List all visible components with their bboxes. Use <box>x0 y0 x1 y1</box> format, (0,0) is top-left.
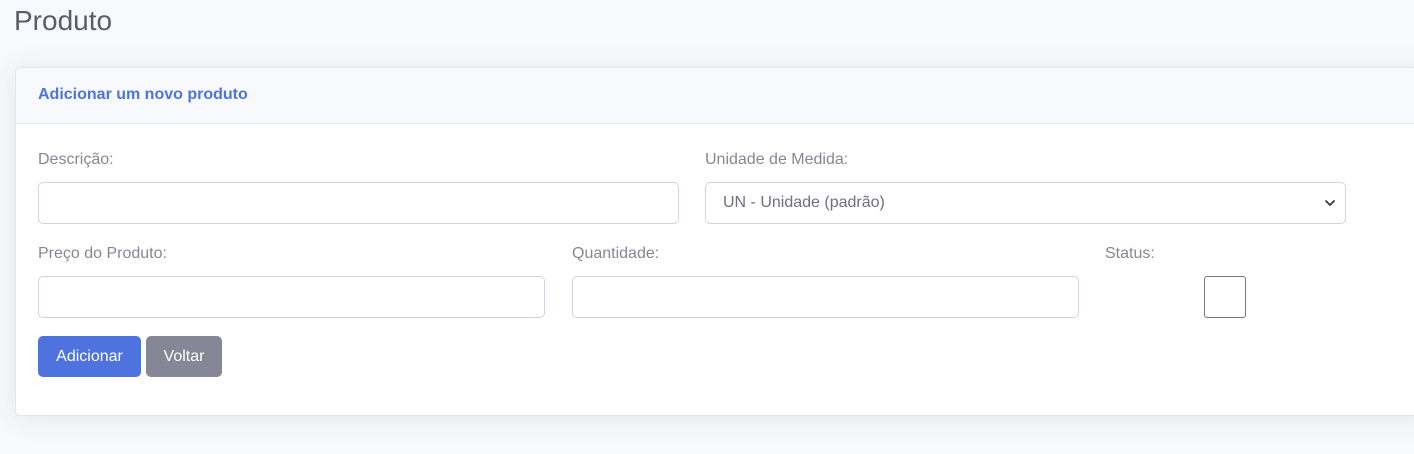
add-button[interactable]: Adicionar <box>38 336 141 377</box>
quantidade-label: Quantidade: <box>572 245 660 262</box>
unidade-selected-value: UN - Unidade (padrão) <box>723 194 885 211</box>
descricao-label: Descrição: <box>38 151 114 168</box>
preco-label: Preço do Produto: <box>38 245 167 262</box>
card-title: Adicionar um novo produto <box>38 86 248 103</box>
add-product-card: Adicionar um novo produto Descrição: Uni… <box>15 67 1414 416</box>
descricao-input[interactable] <box>38 182 679 224</box>
unidade-select[interactable]: UN - Unidade (padrão) <box>705 182 1346 224</box>
quantidade-input[interactable] <box>572 276 1079 318</box>
card-header: Adicionar um novo produto <box>16 68 1414 124</box>
status-label: Status: <box>1105 245 1155 262</box>
preco-input[interactable] <box>38 276 545 318</box>
chevron-down-icon <box>1325 200 1335 206</box>
status-checkbox[interactable] <box>1204 276 1246 318</box>
unidade-label: Unidade de Medida: <box>705 151 849 168</box>
page-title: Produto <box>14 5 113 36</box>
back-button[interactable]: Voltar <box>146 336 222 377</box>
